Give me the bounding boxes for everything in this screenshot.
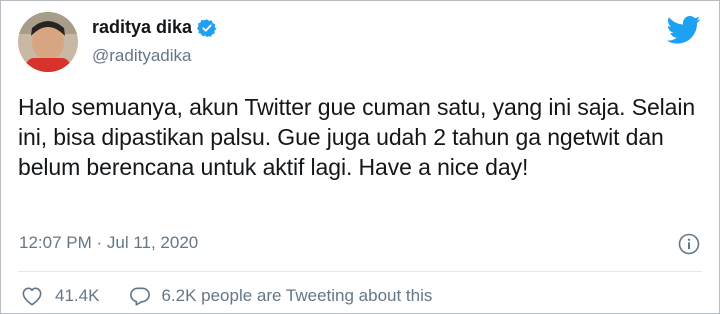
info-icon[interactable] (678, 233, 700, 255)
name-row: raditya dika (92, 17, 217, 38)
tweet-card: raditya dika @radityadika Halo semuanya,… (0, 0, 720, 314)
tweet-actions: 41.4K 6.2K people are Tweeting about thi… (21, 286, 432, 306)
likes-count: 41.4K (55, 286, 100, 305)
tweet-text: Halo semuanya, akun Twitter gue cuman sa… (18, 94, 696, 180)
user-handle[interactable]: @radityadika (92, 46, 191, 66)
comment-icon[interactable] (129, 286, 151, 306)
verified-badge-icon (197, 18, 217, 38)
tweeting-about-action[interactable]: 6.2K people are Tweeting about this (129, 286, 432, 306)
tweet-timestamp[interactable]: 12:07 PM · Jul 11, 2020 (19, 233, 198, 253)
divider (18, 271, 702, 272)
like-action[interactable]: 41.4K (21, 286, 99, 306)
display-name[interactable]: raditya dika (92, 17, 192, 38)
avatar[interactable] (18, 12, 78, 72)
twitter-bird-icon[interactable] (666, 15, 701, 45)
tweeting-about-text: 6.2K people are Tweeting about this (161, 286, 433, 305)
heart-icon[interactable] (21, 286, 43, 306)
